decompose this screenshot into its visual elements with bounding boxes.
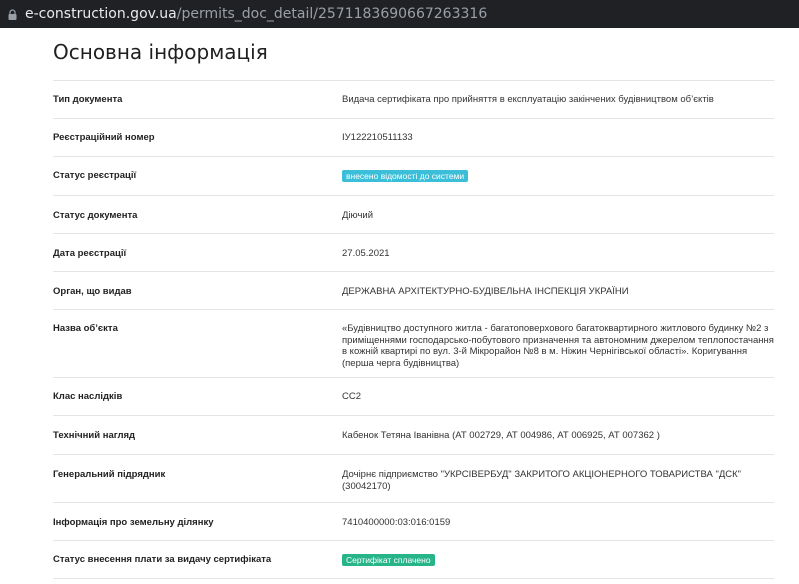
row-issuing-authority: Орган, що видав ДЕРЖАВНА АРХІТЕКТУРНО-БУ… (53, 272, 774, 310)
row-label: Дата реєстрації (53, 248, 127, 259)
row-label: Реєстраційний номер (53, 132, 155, 143)
row-value: Діючий (342, 210, 374, 221)
url-text[interactable]: e-construction.gov.ua/permits_doc_detail… (25, 6, 487, 22)
row-value: ДЕРЖАВНА АРХІТЕКТУРНО-БУДІВЕЛЬНА ІНСПЕКЦ… (342, 286, 629, 297)
row-value: ІУ122210511133 (342, 132, 413, 143)
row-label: Назва об’єкта (53, 323, 118, 334)
row-label: Орган, що видав (53, 286, 132, 297)
payment-badge: Сертифікат сплачено (342, 554, 435, 566)
url-path: /permits_doc_detail/2571183690667263316 (176, 6, 488, 22)
row-label: Статус реєстрації (53, 170, 137, 181)
row-label: Інформація про земельну ділянку (53, 517, 214, 528)
row-technical-supervision: Технічний нагляд Кабенок Тетяна Іванівна… (53, 416, 774, 455)
row-document-status: Статус документа Діючий (53, 196, 774, 234)
row-label: Технічний нагляд (53, 430, 136, 441)
row-value: 7410400000:03:016:0159 (342, 517, 451, 528)
row-value: 27.05.2021 (342, 248, 390, 259)
row-land-plot: Інформація про земельну ділянку 74104000… (53, 503, 774, 541)
row-general-contractor: Генеральний підрядник Дочірнє підприємст… (53, 455, 774, 503)
row-registration-date: Дата реєстрації 27.05.2021 (53, 234, 774, 272)
row-label: Генеральний підрядник (53, 469, 166, 480)
row-registration-status: Статус реєстрації внесено відомості до с… (53, 157, 774, 196)
info-table: Тип документа Видача сертифіката про при… (53, 80, 774, 579)
row-label: Статус документа (53, 210, 138, 221)
row-label: Клас наслідків (53, 391, 123, 402)
address-bar[interactable]: e-construction.gov.ua/permits_doc_detail… (0, 0, 799, 28)
row-value: СС2 (342, 391, 362, 402)
main-content: Основна інформація Тип документа Видача … (0, 28, 799, 579)
status-badge: внесено відомості до системи (342, 170, 469, 182)
row-value: Видача сертифіката про прийняття в експл… (342, 94, 714, 105)
row-consequence-class: Клас наслідків СС2 (53, 378, 774, 416)
lock-icon (8, 8, 17, 20)
section-title: Основна інформація (53, 40, 268, 64)
row-object-name: Назва об’єкта «Будівництво доступного жи… (53, 310, 774, 378)
row-document-type: Тип документа Видача сертифіката про при… (53, 81, 774, 119)
row-payment-status: Статус внесення плати за видачу сертифік… (53, 541, 774, 579)
row-value: «Будівництво доступного житла - багатопо… (342, 323, 774, 369)
row-label: Статус внесення плати за видачу сертифік… (53, 554, 272, 565)
row-label: Тип документа (53, 94, 123, 105)
url-host: e-construction.gov.ua (25, 6, 177, 22)
row-registration-number: Реєстраційний номер ІУ122210511133 (53, 119, 774, 157)
row-value: Дочірнє підприємство "УКРСІВЕРБУД" ЗАКРИ… (342, 469, 742, 492)
row-value: Кабенок Тетяна Іванівна (АТ 002729, АТ 0… (342, 430, 660, 441)
